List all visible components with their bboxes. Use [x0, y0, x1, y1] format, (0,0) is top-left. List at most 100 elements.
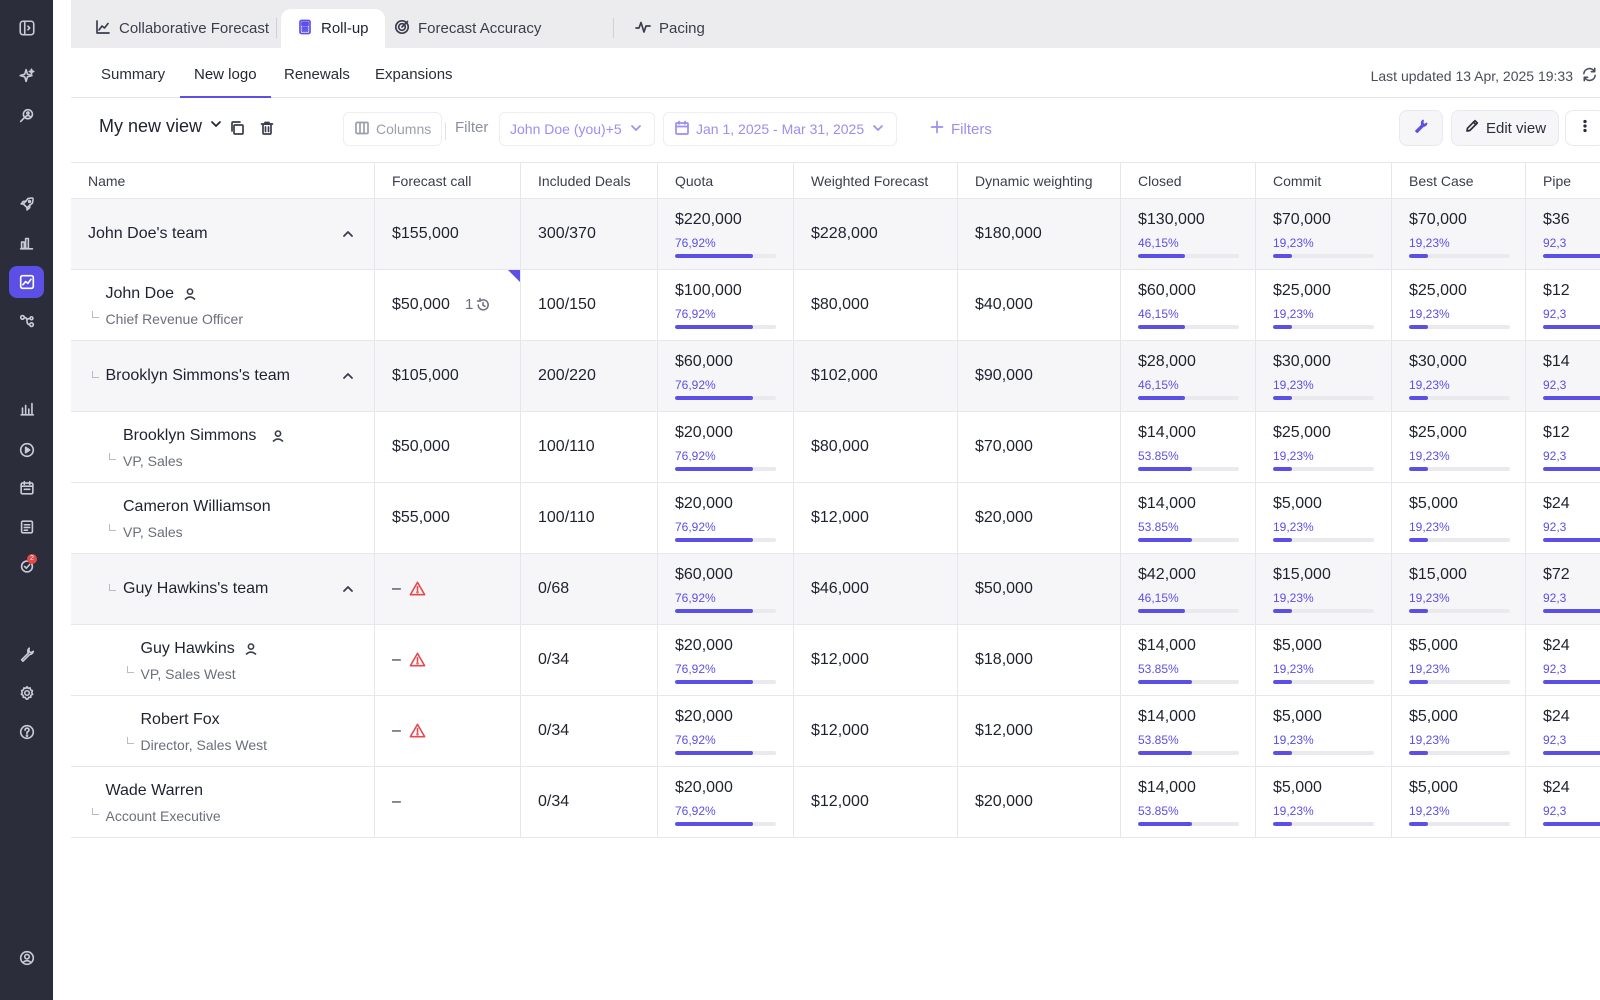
weighted-forecast-cell[interactable]: $80,000 [794, 270, 958, 340]
closed-cell[interactable]: $14,000 53.85% [1121, 767, 1256, 837]
tab-pacing[interactable]: Pacing [619, 9, 721, 48]
included-deals-cell[interactable]: 0/34 [521, 625, 658, 695]
best-case-cell[interactable]: $25,000 19,23% [1392, 270, 1526, 340]
closed-cell[interactable]: $14,000 53.85% [1121, 696, 1256, 766]
best-case-cell[interactable]: $5,000 19,23% [1392, 767, 1526, 837]
forecast-call-cell[interactable]: – [375, 696, 521, 766]
column-header[interactable]: Included Deals [521, 163, 658, 198]
table-row[interactable]: Guy Hawkins VP, Sales West – 0/34 $20,000 76,… [71, 625, 1600, 696]
dynamic-weighting-cell[interactable]: $12,000 [958, 696, 1121, 766]
stats-icon[interactable] [9, 393, 44, 425]
search-people-icon[interactable] [9, 100, 44, 132]
duplicate-view-button[interactable] [225, 118, 249, 142]
quota-cell[interactable]: $20,000 76,92% [658, 696, 794, 766]
quota-cell[interactable]: $60,000 76,92% [658, 341, 794, 411]
dynamic-weighting-cell[interactable]: $180,000 [958, 199, 1121, 269]
weighted-forecast-cell[interactable]: $12,000 [794, 483, 958, 553]
settings-wrench-button[interactable] [1399, 110, 1443, 146]
pipeline-cell[interactable]: $36 92,3 [1526, 199, 1600, 269]
rep-name[interactable]: Robert Fox [141, 711, 220, 729]
best-case-cell[interactable]: $25,000 19,23% [1392, 412, 1526, 482]
quota-cell[interactable]: $20,000 76,92% [658, 767, 794, 837]
forecast-icon[interactable] [9, 266, 44, 298]
dynamic-weighting-cell[interactable]: $20,000 [958, 767, 1121, 837]
weighted-forecast-cell[interactable]: $46,000 [794, 554, 958, 624]
chevron-up-icon[interactable] [341, 227, 355, 241]
forecast-call-cell[interactable]: – [375, 767, 521, 837]
team-row[interactable]: Brooklyn Simmons's team $105,000 200/220 $6… [71, 341, 1600, 412]
tab-forecast-accuracy[interactable]: Forecast Accuracy [378, 9, 557, 48]
closed-cell[interactable]: $14,000 53.85% [1121, 625, 1256, 695]
included-deals-cell[interactable]: 100/150 [521, 270, 658, 340]
column-header[interactable]: Commit [1256, 163, 1392, 198]
subtab-expansions[interactable]: Expansions [375, 66, 453, 98]
quota-cell[interactable]: $100,000 76,92% [658, 270, 794, 340]
included-deals-cell[interactable]: 200/220 [521, 341, 658, 411]
edit-view-button[interactable]: Edit view [1451, 110, 1560, 146]
included-deals-cell[interactable]: 100/110 [521, 483, 658, 553]
pipeline-cell[interactable]: $12 92,3 [1526, 270, 1600, 340]
table-row[interactable]: Robert Fox Director, Sales West – 0/34 $20,0… [71, 696, 1600, 767]
pipeline-cell[interactable]: $14 92,3 [1526, 341, 1600, 411]
notes-icon[interactable] [9, 511, 44, 543]
sparkle-icon[interactable] [9, 60, 44, 92]
table-row[interactable]: Brooklyn Simmons VP, Sales $50,000 100/110 $… [71, 412, 1600, 483]
forecast-history-count[interactable]: 1 [465, 296, 473, 313]
add-filters-button[interactable]: Filters [929, 119, 992, 139]
date-range-dropdown[interactable]: Jan 1, 2025 - Mar 31, 2025 [663, 112, 898, 146]
pipeline-cell[interactable]: $24 92,3 [1526, 767, 1600, 837]
help-icon[interactable] [9, 716, 44, 748]
weighted-forecast-cell[interactable]: $228,000 [794, 199, 958, 269]
refresh-icon[interactable] [1581, 66, 1600, 86]
play-icon[interactable] [9, 434, 44, 466]
commit-cell[interactable]: $30,000 19,23% [1256, 341, 1392, 411]
weighted-forecast-cell[interactable]: $12,000 [794, 767, 958, 837]
closed-cell[interactable]: $14,000 53.85% [1121, 412, 1256, 482]
included-deals-cell[interactable]: 0/34 [521, 767, 658, 837]
dynamic-weighting-cell[interactable]: $70,000 [958, 412, 1121, 482]
columns-button[interactable]: Columns [343, 112, 443, 146]
dynamic-weighting-cell[interactable]: $50,000 [958, 554, 1121, 624]
column-header[interactable]: Forecast call [375, 163, 521, 198]
column-header[interactable]: Closed [1121, 163, 1256, 198]
closed-cell[interactable]: $60,000 46,15% [1121, 270, 1256, 340]
sidebar-toggle-icon[interactable] [9, 12, 44, 44]
commit-cell[interactable]: $5,000 19,23% [1256, 483, 1392, 553]
dynamic-weighting-cell[interactable]: $20,000 [958, 483, 1121, 553]
column-header[interactable]: Dynamic weighting [958, 163, 1121, 198]
forecast-call-cell[interactable]: $105,000 [375, 341, 521, 411]
dynamic-weighting-cell[interactable]: $90,000 [958, 341, 1121, 411]
column-header[interactable]: Best Case [1392, 163, 1526, 198]
view-selector[interactable]: My new view [99, 116, 224, 137]
chevron-up-icon[interactable] [341, 582, 355, 596]
column-header[interactable]: Weighted Forecast [794, 163, 958, 198]
table-row[interactable]: Cameron Williamson VP, Sales $55,000 100/11… [71, 483, 1600, 554]
subtab-new-logo[interactable]: New logo [180, 66, 271, 98]
flow-icon[interactable] [9, 305, 44, 337]
settings-icon[interactable] [9, 677, 44, 709]
column-header[interactable]: Name [71, 163, 375, 198]
rocket-icon[interactable] [9, 188, 44, 220]
forecast-call-cell[interactable]: – [375, 554, 521, 624]
delete-view-button[interactable] [255, 118, 279, 142]
warning-icon[interactable] [409, 651, 426, 673]
subtab-summary[interactable]: Summary [101, 66, 165, 98]
forecast-call-cell[interactable]: – [375, 625, 521, 695]
forecast-call-cell[interactable]: $50,000 1 [375, 270, 521, 340]
closed-cell[interactable]: $42,000 46,15% [1121, 554, 1256, 624]
commit-cell[interactable]: $5,000 19,23% [1256, 767, 1392, 837]
best-case-cell[interactable]: $5,000 19,23% [1392, 625, 1526, 695]
rep-name[interactable]: Wade Warren [106, 782, 204, 800]
calendar-icon[interactable] [9, 472, 44, 504]
included-deals-cell[interactable]: 300/370 [521, 199, 658, 269]
wrench-icon[interactable] [9, 638, 44, 670]
forecast-call-cell[interactable]: $155,000 [375, 199, 521, 269]
warning-icon[interactable] [409, 580, 426, 602]
chevron-up-icon[interactable] [341, 369, 355, 383]
column-header[interactable]: Pipe [1526, 163, 1600, 198]
best-case-cell[interactable]: $15,000 19,23% [1392, 554, 1526, 624]
owner-filter-dropdown[interactable]: John Doe (you)+5 [499, 112, 655, 146]
commit-cell[interactable]: $15,000 19,23% [1256, 554, 1392, 624]
dynamic-weighting-cell[interactable]: $18,000 [958, 625, 1121, 695]
subtab-renewals[interactable]: Renewals [284, 66, 350, 98]
